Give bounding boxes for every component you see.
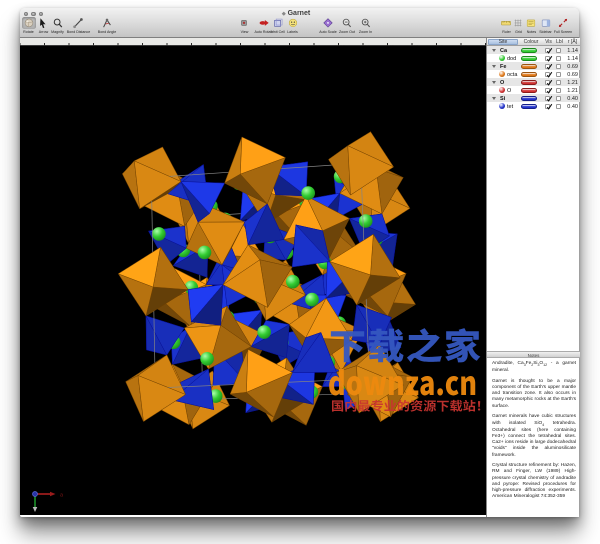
svg-text:a: a	[60, 493, 64, 499]
